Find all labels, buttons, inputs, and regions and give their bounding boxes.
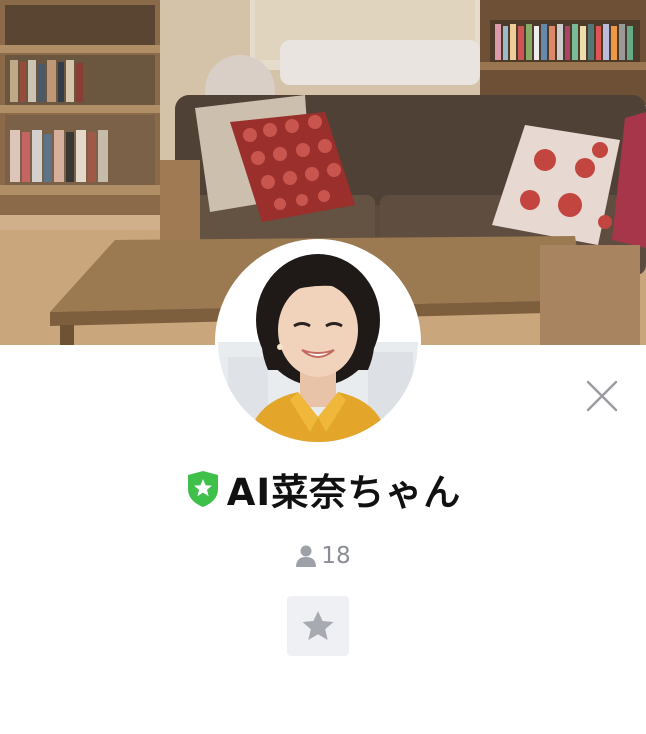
close-button[interactable] bbox=[580, 374, 624, 418]
profile-avatar[interactable] bbox=[218, 242, 418, 442]
person-icon bbox=[296, 545, 317, 567]
star-icon bbox=[302, 611, 334, 640]
friend-count-value: 18 bbox=[321, 543, 351, 569]
friend-count: 18 bbox=[0, 540, 646, 572]
shield-star-icon bbox=[187, 471, 218, 507]
close-icon bbox=[586, 380, 618, 412]
favorite-button[interactable] bbox=[287, 596, 349, 656]
profile-name-row: AI菜奈ちゃん bbox=[0, 462, 646, 516]
profile-name: AI菜奈ちゃん bbox=[226, 471, 462, 514]
